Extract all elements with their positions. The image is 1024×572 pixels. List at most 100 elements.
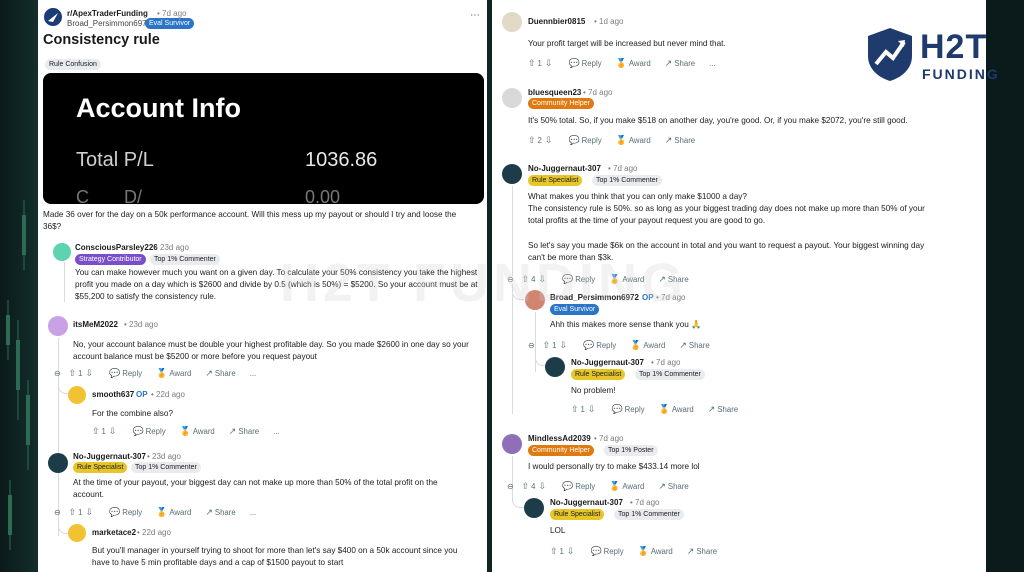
share-button[interactable]: ↗ Share — [708, 404, 738, 415]
award-button[interactable]: 🏅 Award — [156, 507, 191, 518]
share-button[interactable]: ↗ Share — [658, 481, 688, 492]
comment-author[interactable]: No-Juggernaut-307 — [73, 452, 146, 461]
upvote-icon[interactable]: ⇧ 1 ⇩ — [543, 340, 569, 351]
share-button[interactable]: ↗ Share — [687, 546, 717, 557]
share-button[interactable]: ↗ Share — [205, 507, 235, 518]
comment-actions: ⇧ 1 ⇩ 💬 Reply 🏅 Award ↗ Share — [571, 404, 752, 415]
avatar[interactable] — [502, 434, 522, 454]
comment-author[interactable]: marketace2 — [92, 528, 136, 537]
reply-button[interactable]: 💬 Reply — [611, 404, 644, 415]
reply-button[interactable]: 💬 Reply — [590, 546, 623, 557]
avatar[interactable] — [53, 243, 71, 261]
award-button[interactable]: 🏅 Award — [609, 274, 644, 285]
avatar[interactable] — [68, 386, 86, 404]
collapse-icon[interactable]: ⊖ — [54, 369, 61, 378]
avatar[interactable] — [502, 12, 522, 32]
downvote-icon[interactable]: ⇩ — [559, 340, 567, 351]
avatar[interactable] — [68, 524, 86, 542]
award-button[interactable]: 🏅 Award — [659, 404, 694, 415]
reply-button[interactable]: 💬 Reply — [109, 368, 142, 379]
comment-line: can't be more than $3k. — [528, 253, 614, 262]
comment-author[interactable]: MindlessAd2039 — [528, 434, 591, 443]
award-button[interactable]: 🏅 Award — [609, 481, 644, 492]
award-button[interactable]: 🏅 Award — [630, 340, 665, 351]
comment-author[interactable]: No-Juggernaut-307 — [528, 164, 601, 173]
post-author[interactable]: Broad_Persimmon6972 — [67, 19, 151, 28]
thread-line — [512, 284, 513, 414]
share-button[interactable]: ↗ Share — [665, 135, 695, 146]
upvote-icon[interactable]: ⇧ 4 ⇩ — [522, 274, 548, 285]
comment-author[interactable]: smooth637 — [92, 390, 134, 399]
downvote-icon[interactable]: ⇩ — [538, 481, 546, 492]
comment-line: $55,200 to satisfy the consistency rule. — [75, 292, 217, 301]
comment-author[interactable]: No-Juggernaut-307 — [550, 498, 623, 507]
more-button[interactable]: ... — [250, 369, 257, 378]
comment-author[interactable]: Broad_Persimmon6972 — [550, 293, 639, 302]
collapse-icon[interactable]: ⊖ — [528, 341, 535, 350]
upvote-icon[interactable]: ⇧ 1 ⇩ — [69, 507, 95, 518]
user-flair: Rule Specialist — [528, 175, 583, 186]
share-icon: ↗ — [228, 426, 237, 436]
more-button[interactable]: ... — [709, 59, 716, 68]
op-badge: OP — [642, 293, 654, 302]
comment-author[interactable]: ConsciousParsley226 — [75, 243, 158, 252]
upvote-icon[interactable]: ⇧ 2 ⇩ — [528, 135, 554, 146]
image-cut-label: C___ D/_ — [76, 187, 153, 204]
comment-author[interactable]: bluesqueen23 — [528, 88, 581, 97]
share-button[interactable]: ↗ Share — [229, 426, 259, 437]
comment-author[interactable]: No-Juggernaut-307 — [571, 358, 644, 367]
downvote-icon[interactable]: ⇩ — [545, 58, 553, 69]
reply-button[interactable]: 💬 Reply — [568, 135, 601, 146]
share-button[interactable]: ↗ Share — [665, 58, 695, 69]
upvote-icon[interactable]: ⇧ 4 ⇩ — [522, 481, 548, 492]
avatar[interactable] — [545, 357, 565, 377]
top-commenter-badge: Top 1% Commenter — [614, 509, 684, 520]
downvote-icon[interactable]: ⇩ — [85, 368, 93, 379]
avatar[interactable] — [48, 316, 68, 336]
collapse-icon[interactable]: ⊖ — [507, 275, 514, 284]
reply-button[interactable]: 💬 Reply — [132, 426, 165, 437]
collapse-icon[interactable]: ⊖ — [54, 508, 61, 517]
upvote-icon[interactable]: ⇧ 1 ⇩ — [528, 58, 554, 69]
reply-button[interactable]: 💬 Reply — [109, 507, 142, 518]
award-button[interactable]: 🏅 Award — [638, 546, 673, 557]
post-more-icon[interactable]: ⋯ — [470, 10, 480, 21]
comment-actions: ⊖ ⇧ 1 ⇩ 💬 Reply 🏅 Award ↗ Share — [528, 340, 724, 351]
comment-author[interactable]: itsMeM2022 — [73, 320, 118, 329]
reply-button[interactable]: 💬 Reply — [562, 481, 595, 492]
downvote-icon[interactable]: ⇩ — [85, 507, 93, 518]
upvote-icon[interactable]: ⇧ 1 ⇩ — [571, 404, 597, 415]
more-button[interactable]: ... — [273, 427, 280, 436]
avatar[interactable] — [48, 453, 68, 473]
vote-count: 1 — [537, 59, 542, 68]
downvote-icon[interactable]: ⇩ — [545, 135, 553, 146]
collapse-icon[interactable]: ⊖ — [507, 482, 514, 491]
reply-button[interactable]: 💬 Reply — [562, 274, 595, 285]
upvote-icon[interactable]: ⇧ 1 ⇩ — [550, 546, 576, 557]
avatar[interactable] — [502, 164, 522, 184]
reply-button[interactable]: 💬 Reply — [568, 58, 601, 69]
reply-button[interactable]: 💬 Reply — [583, 340, 616, 351]
award-button[interactable]: 🏅 Award — [156, 368, 191, 379]
more-button[interactable]: ... — [250, 508, 257, 517]
subreddit-name[interactable]: r/ApexTraderFunding — [67, 9, 148, 18]
upvote-icon[interactable]: ⇧ 1 ⇩ — [69, 368, 95, 379]
award-button[interactable]: 🏅 Award — [616, 58, 651, 69]
downvote-icon[interactable]: ⇩ — [109, 426, 117, 437]
award-button[interactable]: 🏅 Award — [616, 135, 651, 146]
downvote-icon[interactable]: ⇩ — [588, 404, 596, 415]
comment-line: For the combine also? — [92, 409, 174, 418]
share-button[interactable]: ↗ Share — [679, 340, 709, 351]
avatar[interactable] — [502, 88, 522, 108]
share-button[interactable]: ↗ Share — [658, 274, 688, 285]
downvote-icon[interactable]: ⇩ — [538, 274, 546, 285]
award-button[interactable]: 🏅 Award — [180, 426, 215, 437]
downvote-icon[interactable]: ⇩ — [567, 546, 575, 557]
share-button[interactable]: ↗ Share — [205, 368, 235, 379]
avatar[interactable] — [524, 498, 544, 518]
comment-author[interactable]: Duennbier0815 — [528, 17, 585, 26]
post-flair[interactable]: Rule Confusion — [45, 59, 101, 70]
avatar[interactable] — [525, 290, 545, 310]
upvote-icon[interactable]: ⇧ 1 ⇩ — [92, 426, 118, 437]
post-image[interactable]: Account Info Total P/L 1036.86 C___ D/_ … — [43, 73, 484, 204]
